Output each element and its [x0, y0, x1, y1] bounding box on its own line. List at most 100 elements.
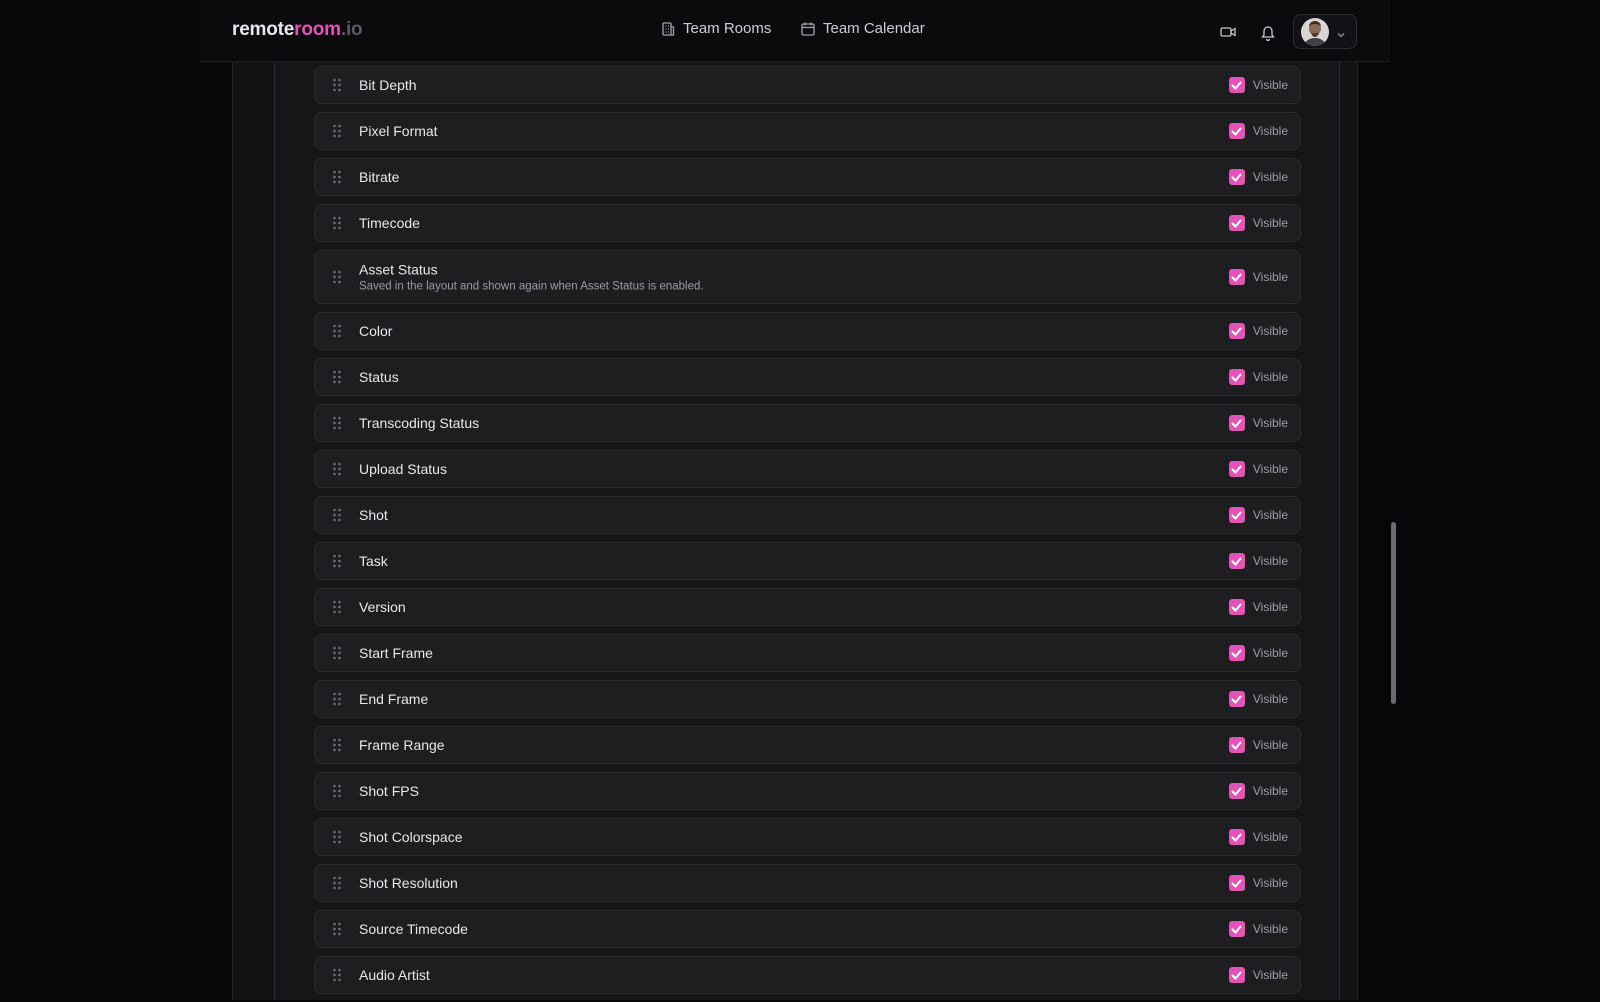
visible-toggle[interactable]: Visible: [1228, 691, 1288, 707]
drag-handle-icon[interactable]: [332, 270, 342, 284]
drag-handle-icon[interactable]: [332, 876, 342, 890]
field-row[interactable]: Task Visible: [314, 542, 1301, 580]
visible-checkbox[interactable]: [1228, 461, 1245, 477]
field-row[interactable]: Pixel Format Visible: [314, 112, 1301, 150]
field-label: Upload Status: [359, 461, 447, 477]
visible-checkbox[interactable]: [1228, 783, 1245, 799]
visible-checkbox[interactable]: [1228, 123, 1245, 139]
field-row[interactable]: Shot Visible: [314, 496, 1301, 534]
drag-handle-icon[interactable]: [332, 170, 342, 184]
drag-handle-icon[interactable]: [332, 78, 342, 92]
bell-icon[interactable]: [1258, 22, 1278, 42]
checkmark-icon: [1231, 603, 1242, 612]
field-row[interactable]: Shot Colorspace Visible: [314, 818, 1301, 856]
checkmark-icon: [1231, 557, 1242, 566]
drag-handle-icon[interactable]: [332, 508, 342, 522]
field-label: Transcoding Status: [359, 415, 480, 431]
nav-team-calendar[interactable]: Team Calendar: [800, 20, 925, 37]
field-row[interactable]: Status Visible: [314, 358, 1301, 396]
visible-toggle[interactable]: Visible: [1228, 415, 1288, 431]
drag-handle-icon[interactable]: [332, 216, 342, 230]
visible-toggle[interactable]: Visible: [1228, 599, 1288, 615]
drag-handle-icon[interactable]: [332, 124, 342, 138]
visible-toggle[interactable]: Visible: [1228, 169, 1288, 185]
field-row[interactable]: Shot FPS Visible: [314, 772, 1301, 810]
visible-toggle[interactable]: Visible: [1228, 829, 1288, 845]
visible-checkbox[interactable]: [1228, 77, 1245, 93]
field-row[interactable]: Color Visible: [314, 312, 1301, 350]
visible-toggle[interactable]: Visible: [1228, 269, 1288, 285]
visible-checkbox[interactable]: [1228, 415, 1245, 431]
field-row[interactable]: Start Frame Visible: [314, 634, 1301, 672]
field-row[interactable]: Shot Resolution Visible: [314, 864, 1301, 902]
avatar: [1301, 18, 1329, 46]
visible-toggle[interactable]: Visible: [1228, 967, 1288, 983]
user-menu-button[interactable]: [1293, 14, 1357, 49]
visible-toggle[interactable]: Visible: [1228, 77, 1288, 93]
visible-toggle[interactable]: Visible: [1228, 737, 1288, 753]
logo-text-io: .io: [340, 19, 363, 40]
drag-handle-icon[interactable]: [332, 646, 342, 660]
drag-handle-icon[interactable]: [332, 324, 342, 338]
field-row[interactable]: Bitrate Visible: [314, 158, 1301, 196]
drag-handle-icon[interactable]: [332, 554, 342, 568]
visible-checkbox[interactable]: [1228, 215, 1245, 231]
drag-handle-icon[interactable]: [332, 370, 342, 384]
drag-handle-icon[interactable]: [332, 600, 342, 614]
visible-checkbox[interactable]: [1228, 553, 1245, 569]
visible-checkbox[interactable]: [1228, 967, 1245, 983]
field-row[interactable]: Frame Range Visible: [314, 726, 1301, 764]
visible-toggle[interactable]: Visible: [1228, 553, 1288, 569]
video-icon[interactable]: [1218, 22, 1238, 42]
drag-handle-icon[interactable]: [332, 692, 342, 706]
visible-checkbox[interactable]: [1228, 369, 1245, 385]
visible-checkbox[interactable]: [1228, 269, 1245, 285]
visible-checkbox[interactable]: [1228, 875, 1245, 891]
drag-handle-icon[interactable]: [332, 784, 342, 798]
visible-checkbox[interactable]: [1228, 829, 1245, 845]
checkmark-icon: [1231, 173, 1242, 182]
visible-checkbox[interactable]: [1228, 737, 1245, 753]
drag-handle-icon[interactable]: [332, 830, 342, 844]
field-row[interactable]: Version Visible: [314, 588, 1301, 626]
drag-handle-icon[interactable]: [332, 968, 342, 982]
visible-label: Visible: [1252, 170, 1288, 184]
visible-checkbox[interactable]: [1228, 921, 1245, 937]
drag-handle-icon[interactable]: [332, 922, 342, 936]
visible-toggle[interactable]: Visible: [1228, 369, 1288, 385]
field-row[interactable]: Upload Status Visible: [314, 450, 1301, 488]
field-row[interactable]: Bit Depth Visible: [314, 66, 1301, 104]
visible-label: Visible: [1252, 462, 1288, 476]
field-text: Shot Resolution: [359, 875, 458, 891]
visible-toggle[interactable]: Visible: [1228, 123, 1288, 139]
visible-toggle[interactable]: Visible: [1228, 921, 1288, 937]
nav-team-rooms[interactable]: Team Rooms: [660, 20, 771, 37]
field-row[interactable]: Timecode Visible: [314, 204, 1301, 242]
field-row[interactable]: Source Timecode Visible: [314, 910, 1301, 948]
scrollbar-thumb[interactable]: [1391, 522, 1396, 704]
field-row[interactable]: End Frame Visible: [314, 680, 1301, 718]
field-text: Version: [359, 599, 406, 615]
visible-checkbox[interactable]: [1228, 691, 1245, 707]
drag-handle-icon[interactable]: [332, 462, 342, 476]
visible-toggle[interactable]: Visible: [1228, 507, 1288, 523]
visible-checkbox[interactable]: [1228, 169, 1245, 185]
checkmark-icon: [1231, 419, 1242, 428]
visible-checkbox[interactable]: [1228, 507, 1245, 523]
field-row[interactable]: Asset Status Saved in the layout and show…: [314, 250, 1301, 304]
app-logo[interactable]: remoteroom.io: [232, 19, 363, 41]
visible-toggle[interactable]: Visible: [1228, 461, 1288, 477]
visible-toggle[interactable]: Visible: [1228, 645, 1288, 661]
checkmark-icon: [1231, 925, 1242, 934]
visible-checkbox[interactable]: [1228, 599, 1245, 615]
visible-checkbox[interactable]: [1228, 323, 1245, 339]
visible-toggle[interactable]: Visible: [1228, 783, 1288, 799]
visible-toggle[interactable]: Visible: [1228, 875, 1288, 891]
field-row[interactable]: Transcoding Status Visible: [314, 404, 1301, 442]
field-row[interactable]: Audio Artist Visible: [314, 956, 1301, 994]
visible-toggle[interactable]: Visible: [1228, 215, 1288, 231]
drag-handle-icon[interactable]: [332, 416, 342, 430]
drag-handle-icon[interactable]: [332, 738, 342, 752]
visible-toggle[interactable]: Visible: [1228, 323, 1288, 339]
visible-checkbox[interactable]: [1228, 645, 1245, 661]
